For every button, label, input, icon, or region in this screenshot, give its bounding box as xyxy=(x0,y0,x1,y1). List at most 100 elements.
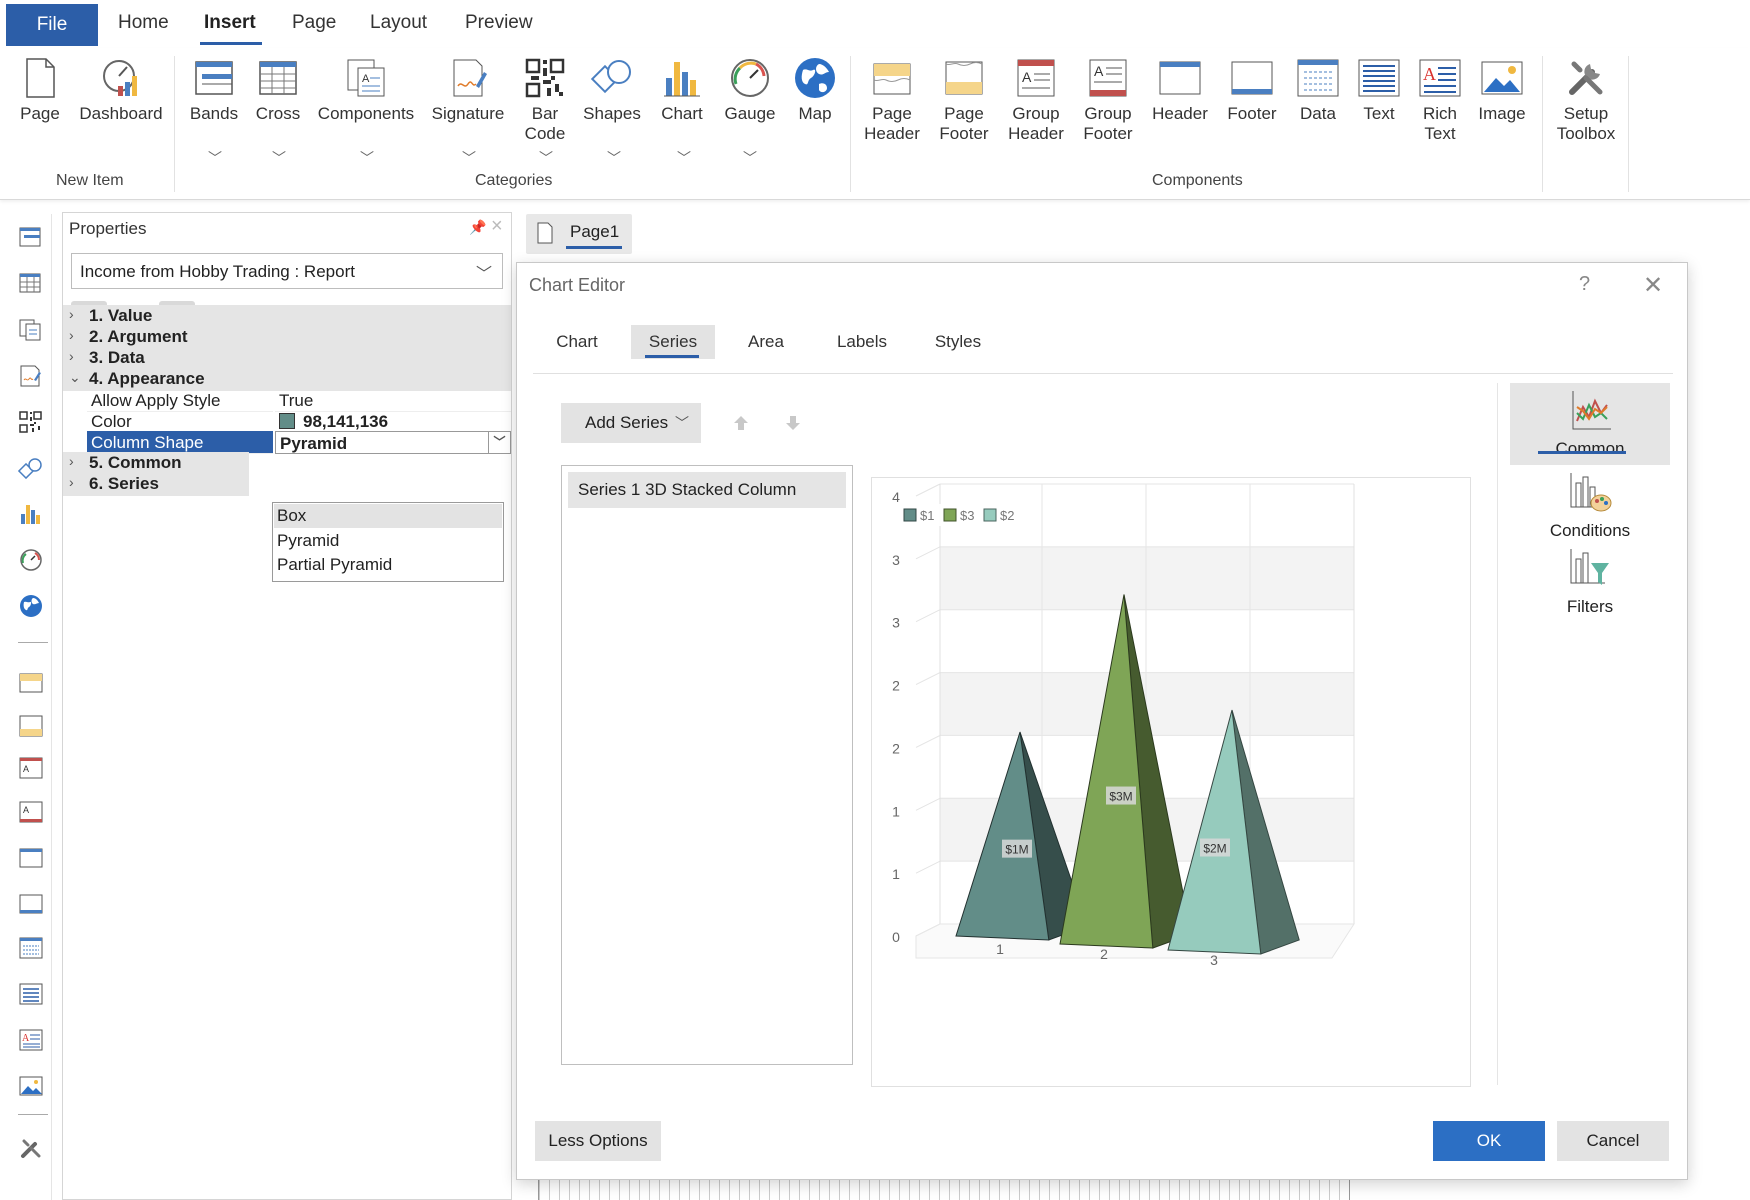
category-common[interactable]: › 5. Common xyxy=(63,452,249,475)
close-icon[interactable]: ✕ xyxy=(1643,271,1663,300)
ribbon-components-button[interactable]: A Components xyxy=(316,56,416,124)
chevron-down-icon[interactable]: ﹀ xyxy=(208,148,222,168)
qr-code-icon[interactable] xyxy=(18,410,44,434)
ribbon-chart-button[interactable]: Chart xyxy=(656,56,708,124)
ribbon-shapes-button[interactable]: Shapes xyxy=(582,56,642,124)
chevron-down-icon[interactable]: ﹀ xyxy=(488,432,510,453)
property-color[interactable]: Color 98,141,136 xyxy=(87,410,511,433)
ribbon-header-button[interactable]: Header xyxy=(1150,56,1210,124)
property-value-color[interactable]: 98,141,136 xyxy=(275,410,511,433)
add-series-button[interactable]: Add Series ﹀ xyxy=(561,403,701,443)
category-label: 1. Value xyxy=(89,306,153,325)
series-list-item[interactable]: Series 1 3D Stacked Column xyxy=(568,472,846,508)
signature-icon[interactable] xyxy=(18,364,44,388)
menu-home[interactable]: Home xyxy=(118,12,169,34)
tab-area[interactable]: Area xyxy=(725,325,807,359)
tab-labels[interactable]: Labels xyxy=(817,325,907,359)
cross-tab-icon[interactable] xyxy=(18,272,44,296)
less-options-button[interactable]: Less Options xyxy=(535,1121,661,1161)
ribbon-page-footer-button[interactable]: Page Footer xyxy=(936,56,992,144)
tab-chart[interactable]: Chart xyxy=(533,325,621,359)
page-footer-icon[interactable] xyxy=(18,714,44,738)
left-toolbox: A A A xyxy=(0,214,52,1200)
chevron-down-icon[interactable]: ﹀ xyxy=(462,148,476,168)
menu-page[interactable]: Page xyxy=(292,12,336,34)
pin-icon[interactable]: 📌 xyxy=(469,219,486,236)
ribbon-text-button[interactable]: Text xyxy=(1354,56,1404,124)
ribbon-label: Page Header xyxy=(864,104,920,143)
bar-chart-icon[interactable] xyxy=(18,502,44,526)
ribbon-bands-button[interactable]: Bands xyxy=(186,56,242,124)
ok-button[interactable]: OK xyxy=(1433,1121,1545,1161)
menu-insert[interactable]: Insert xyxy=(204,12,256,34)
ribbon-group-header-button[interactable]: A Group Header xyxy=(1004,56,1068,144)
menu-preview[interactable]: Preview xyxy=(465,12,533,34)
dropdown-option[interactable]: Partial Pyramid xyxy=(274,553,502,577)
chevron-right-icon: › xyxy=(69,474,74,490)
file-menu-button[interactable]: File xyxy=(6,4,98,46)
image-icon[interactable] xyxy=(18,1074,44,1098)
ribbon-group-footer-button[interactable]: A Group Footer xyxy=(1076,56,1140,144)
close-icon[interactable]: × xyxy=(491,215,503,238)
group-header-icon[interactable]: A xyxy=(18,756,44,780)
ribbon-image-button[interactable]: Image xyxy=(1472,56,1532,124)
text-icon[interactable] xyxy=(18,982,44,1006)
help-icon[interactable]: ? xyxy=(1579,273,1590,296)
dialog-title: Chart Editor xyxy=(529,275,626,295)
tools-icon[interactable] xyxy=(18,1136,44,1160)
option-filters[interactable]: Filters xyxy=(1510,543,1670,625)
group-footer-icon[interactable]: A xyxy=(18,800,44,824)
tab-styles[interactable]: Styles xyxy=(915,325,1001,359)
chevron-down-icon[interactable]: ﹀ xyxy=(607,148,621,168)
property-value[interactable]: True xyxy=(275,389,511,412)
category-appearance[interactable]: ⌄ 4. Appearance xyxy=(63,368,511,391)
ribbon-cross-button[interactable]: Cross xyxy=(254,56,302,124)
ribbon-signature-button[interactable]: Signature xyxy=(428,56,508,124)
category-argument[interactable]: › 2. Argument xyxy=(63,326,511,349)
category-data[interactable]: › 3. Data xyxy=(63,347,511,370)
components-icon[interactable] xyxy=(18,318,44,342)
bands-icon[interactable] xyxy=(18,226,44,250)
menu-layout[interactable]: Layout xyxy=(370,12,427,34)
move-up-icon[interactable] xyxy=(731,413,751,433)
shapes-icon[interactable] xyxy=(18,456,44,480)
dropdown-option[interactable]: Box xyxy=(274,504,502,528)
chevron-down-icon[interactable]: ﹀ xyxy=(743,148,757,168)
x-tick-label: 2 xyxy=(1100,946,1108,962)
property-column-shape[interactable]: Column Shape Pyramid ﹀ xyxy=(87,431,511,454)
ribbon-data-button[interactable]: Data xyxy=(1292,56,1344,124)
column-shape-select[interactable]: Pyramid ﹀ xyxy=(275,431,511,454)
ribbon-setup-toolbox-button[interactable]: Setup Toolbox xyxy=(1554,56,1618,144)
category-value[interactable]: › 1. Value xyxy=(63,305,511,328)
option-conditions[interactable]: Conditions xyxy=(1510,467,1670,549)
ribbon-barcode-button[interactable]: Bar Code xyxy=(520,56,570,144)
page-tab-label: Page1 xyxy=(570,222,620,241)
rich-text-icon[interactable]: A xyxy=(18,1028,44,1052)
ribbon-rich-text-button[interactable]: A Rich Text xyxy=(1414,56,1466,144)
chevron-down-icon[interactable]: ﹀ xyxy=(677,148,691,168)
dropdown-option[interactable]: Pyramid xyxy=(274,529,502,553)
ribbon-page-header-button[interactable]: Page Header xyxy=(864,56,920,144)
ribbon-page-button[interactable]: Page xyxy=(16,56,64,124)
ribbon-gauge-button[interactable]: Gauge xyxy=(718,56,782,124)
header-icon[interactable] xyxy=(18,846,44,870)
object-selector[interactable]: Income from Hobby Trading : Report ﹀ xyxy=(71,253,503,289)
cancel-button[interactable]: Cancel xyxy=(1557,1121,1669,1161)
data-band-icon[interactable] xyxy=(18,936,44,960)
page-header-icon[interactable] xyxy=(18,670,44,694)
chevron-down-icon[interactable]: ﹀ xyxy=(272,148,286,168)
move-down-icon[interactable] xyxy=(783,413,803,433)
chevron-down-icon[interactable]: ﹀ xyxy=(360,148,374,168)
chevron-down-icon[interactable]: ﹀ xyxy=(539,148,553,168)
globe-icon[interactable] xyxy=(18,594,44,618)
property-allow-apply-style[interactable]: Allow Apply Style True xyxy=(87,389,511,412)
category-series[interactable]: › 6. Series xyxy=(63,473,249,496)
ribbon-dashboard-button[interactable]: Dashboard xyxy=(78,56,164,124)
gauge-icon[interactable] xyxy=(18,548,44,572)
page-tab[interactable]: Page1 xyxy=(526,214,632,254)
tab-series[interactable]: Series xyxy=(631,325,715,359)
footer-icon[interactable] xyxy=(18,892,44,916)
ribbon-map-button[interactable]: Map xyxy=(790,56,840,124)
ribbon-label: Header xyxy=(1152,104,1208,123)
ribbon-footer-button[interactable]: Footer xyxy=(1222,56,1282,124)
